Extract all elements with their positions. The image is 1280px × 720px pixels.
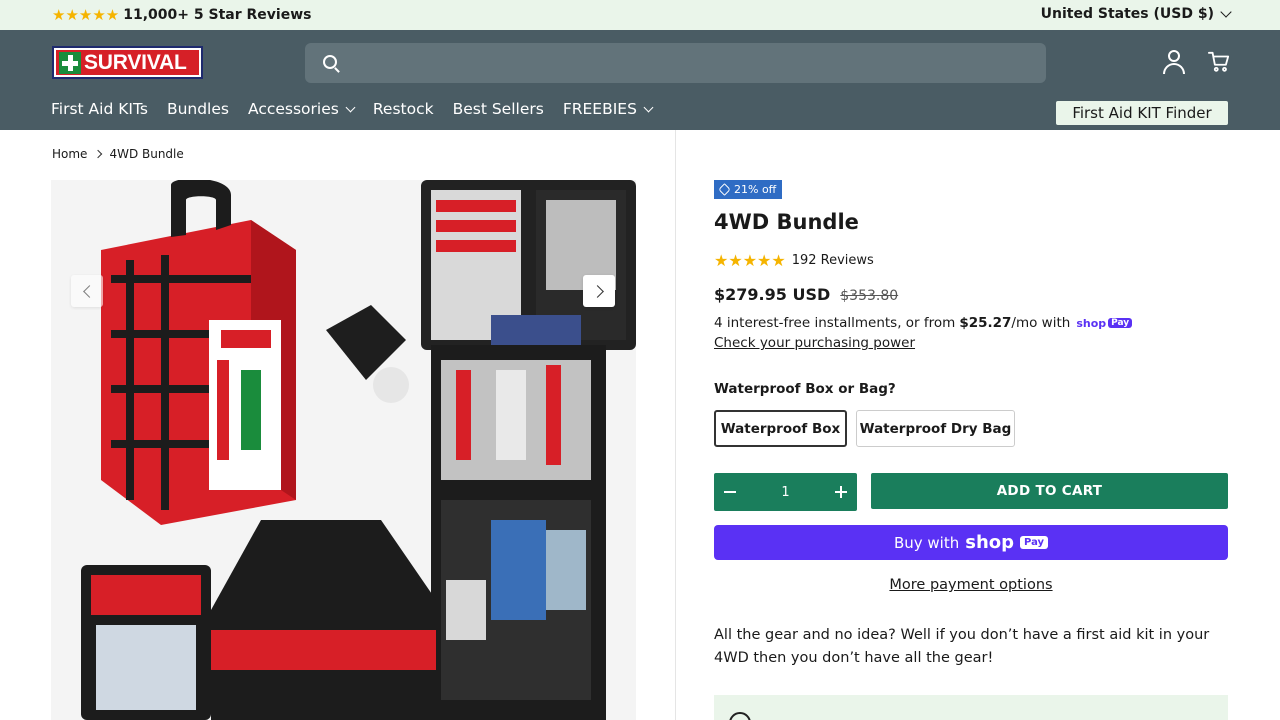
shop-pay-logo: shop Pay	[1076, 317, 1133, 330]
reviews-text: 11,000+ 5 Star Reviews	[123, 7, 312, 23]
nav-bundles[interactable]: Bundles	[167, 100, 229, 118]
buy-with-shop-pay-button[interactable]: Buy with shop Pay	[714, 525, 1228, 560]
option-label: Waterproof Box or Bag?	[714, 381, 896, 397]
chevron-down-icon	[1220, 6, 1232, 18]
plus-icon[interactable]	[835, 486, 847, 498]
price-row: $279.95 USD $353.80	[714, 285, 898, 304]
pay-badge: Pay	[1020, 536, 1049, 549]
nav-restock[interactable]: Restock	[373, 100, 434, 118]
discount-badge: 21% off	[714, 180, 783, 199]
check-circle-icon	[729, 712, 751, 720]
breadcrumb-home[interactable]: Home	[52, 147, 87, 161]
compare-price: $353.80	[840, 288, 899, 304]
option-waterproof-dry-bag[interactable]: Waterproof Dry Bag	[856, 410, 1015, 447]
nav-freebies[interactable]: FREEBIES	[563, 100, 654, 118]
option-waterproof-box[interactable]: Waterproof Box	[714, 410, 847, 447]
sale-price: $279.95 USD	[714, 285, 831, 304]
kit-finder-button[interactable]: First Aid KIT Finder	[1056, 101, 1228, 125]
chevron-down-icon	[345, 102, 356, 112]
product-description: All the gear and no idea? Well if you do…	[714, 627, 1210, 666]
more-payment-options-link[interactable]: More payment options	[714, 577, 1228, 593]
cart-icon[interactable]	[1208, 51, 1230, 73]
product-title: 4WD Bundle	[714, 210, 859, 234]
search-input[interactable]	[305, 43, 1046, 83]
logo-text: SURVIVAL	[84, 51, 187, 74]
announcement-bar: ★★★★★ 11,000+ 5 Star Reviews United Stat…	[0, 0, 1280, 30]
survival-logo[interactable]: SURVIVAL	[52, 46, 203, 79]
breadcrumb-current: 4WD Bundle	[109, 147, 184, 161]
currency-selector[interactable]: United States (USD $)	[1040, 6, 1232, 22]
gallery-prev-button[interactable]	[71, 275, 103, 307]
chevron-right-icon	[94, 149, 103, 159]
chevron-right-icon	[590, 284, 604, 298]
reviews-count: 192 Reviews	[791, 253, 874, 268]
nav-first-aid-kits[interactable]: First Aid KITs	[51, 100, 148, 118]
product-photo-illustration	[51, 180, 636, 720]
main-nav: First Aid KITs Bundles Accessories Resto…	[51, 100, 671, 118]
check-purchasing-power-link[interactable]: Check your purchasing power	[714, 335, 915, 351]
chevron-left-icon	[82, 284, 96, 298]
shop-logo: shop	[965, 532, 1015, 553]
site-header: SURVIVAL First Aid KITs Bundles Accessor…	[0, 30, 1280, 130]
column-divider	[675, 130, 676, 720]
star-rating-icon: ★★★★★	[714, 251, 786, 270]
first-aid-cross-icon	[59, 51, 81, 74]
currency-label: United States (USD $)	[1040, 6, 1214, 22]
add-to-cart-button[interactable]: ADD TO CART	[871, 473, 1228, 509]
gallery-next-button[interactable]	[583, 275, 615, 307]
account-icon[interactable]	[1162, 50, 1186, 74]
chevron-down-icon	[643, 102, 654, 112]
guarantee-box	[714, 695, 1228, 720]
quantity-value[interactable]: 1	[781, 485, 789, 500]
search-icon	[323, 55, 337, 69]
breadcrumb: Home 4WD Bundle	[52, 147, 184, 161]
installments-text: 4 interest-free installments, or from $2…	[714, 315, 1133, 331]
star-rating-icon: ★★★★★	[52, 6, 120, 24]
minus-icon[interactable]	[724, 491, 736, 493]
product-rating[interactable]: ★★★★★ 192 Reviews	[714, 251, 874, 270]
nav-accessories[interactable]: Accessories	[248, 100, 356, 118]
nav-best-sellers[interactable]: Best Sellers	[453, 100, 544, 118]
product-image[interactable]	[51, 180, 636, 720]
quantity-stepper: 1	[714, 473, 857, 511]
reviews-summary: ★★★★★ 11,000+ 5 Star Reviews	[52, 6, 311, 24]
tag-icon	[718, 183, 731, 196]
